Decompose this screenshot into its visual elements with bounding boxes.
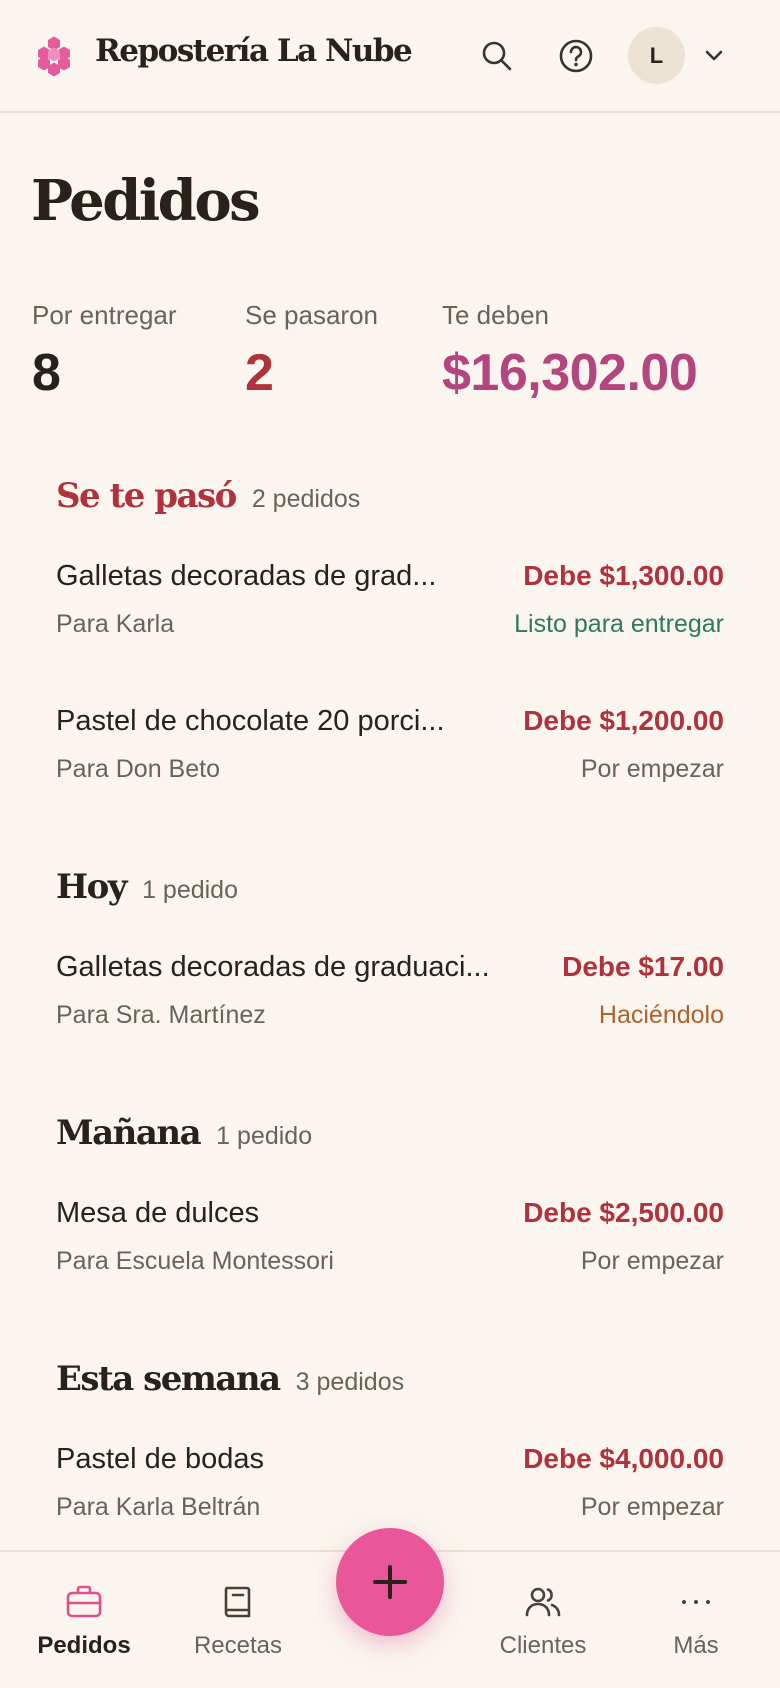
more-dots-icon <box>682 1600 710 1604</box>
order-status: Por empezar <box>580 1493 724 1521</box>
group-header-tomorrow: Mañana 1 pedido <box>56 1113 312 1153</box>
order-item[interactable]: Galletas decoradas de grad... Para Karla… <box>56 560 724 656</box>
order-name: Pastel de chocolate 20 porci... <box>56 705 445 737</box>
order-name: Galletas decoradas de grad... <box>56 560 437 592</box>
top-bar: Repostería La Nube L <box>0 0 780 113</box>
order-name: Mesa de dulces <box>56 1197 260 1229</box>
order-amount-due: Debe $17.00 <box>562 951 724 982</box>
stat-value: 8 <box>32 344 61 402</box>
order-amount-due: Debe $1,300.00 <box>523 560 724 591</box>
order-name: Pastel de bodas <box>56 1443 264 1475</box>
order-item[interactable]: Galletas decoradas de graduaci... Para S… <box>56 951 724 1047</box>
app-title: Repostería La Nube <box>95 33 413 69</box>
group-header-overdue: Se te pasó 2 pedidos <box>56 476 360 516</box>
users-icon <box>525 1587 561 1617</box>
plus-icon <box>373 1565 407 1599</box>
briefcase-icon <box>66 1585 102 1618</box>
page-title: Pedidos <box>31 168 261 234</box>
account-menu-button[interactable] <box>692 34 736 78</box>
group-count: 2 pedidos <box>251 485 361 513</box>
nav-item-pedidos[interactable]: Pedidos <box>6 1552 162 1688</box>
order-status: Listo para entregar <box>514 610 724 638</box>
new-order-button[interactable] <box>336 1528 444 1636</box>
book-icon <box>224 1586 251 1618</box>
order-item[interactable]: Pastel de chocolate 20 porci... Para Don… <box>56 705 724 801</box>
help-icon <box>559 39 593 73</box>
group-title: Hoy <box>56 867 128 907</box>
group-count: 1 pedido <box>142 876 238 904</box>
stat-label: Por entregar <box>32 300 177 330</box>
order-amount-due: Debe $1,200.00 <box>523 705 724 736</box>
search-icon <box>482 41 512 71</box>
stat-label: Se pasaron <box>245 300 378 330</box>
order-status: Haciéndolo <box>598 1001 724 1029</box>
chevron-down-icon <box>705 50 723 61</box>
order-client: Para Karla <box>56 610 175 638</box>
user-avatar[interactable]: L <box>628 27 685 84</box>
nav-item-recetas[interactable]: Recetas <box>160 1552 316 1688</box>
order-client: Para Escuela Montessori <box>56 1247 334 1275</box>
order-status: Por empezar <box>580 1247 724 1275</box>
group-title: Se te pasó <box>56 476 237 516</box>
order-amount-due: Debe $2,500.00 <box>523 1197 724 1228</box>
stat-owed[interactable]: Te deben $16,302.00 <box>442 300 698 403</box>
search-button[interactable] <box>475 34 519 78</box>
order-client: Para Don Beto <box>56 755 220 783</box>
stat-value: 2 <box>245 344 274 402</box>
avatar-initial: L <box>649 42 664 68</box>
logo-flower-icon <box>38 36 70 77</box>
group-count: 3 pedidos <box>295 1368 405 1396</box>
stat-to-deliver[interactable]: Por entregar 8 <box>32 300 177 403</box>
stat-label: Te deben <box>442 300 549 330</box>
order-status: Por empezar <box>580 755 724 783</box>
order-item[interactable]: Pastel de bodas Para Karla Beltrán Debe … <box>56 1443 724 1539</box>
order-client: Para Sra. Martínez <box>56 1001 266 1029</box>
order-amount-due: Debe $4,000.00 <box>523 1443 724 1474</box>
nav-label: Recetas <box>193 1632 283 1659</box>
nav-item-clientes[interactable]: Clientes <box>465 1552 621 1688</box>
order-name: Galletas decoradas de graduaci... <box>56 951 490 983</box>
group-count: 1 pedido <box>216 1122 313 1150</box>
group-header-today: Hoy 1 pedido <box>56 867 238 907</box>
nav-item-mas[interactable]: Más <box>618 1552 774 1688</box>
help-button[interactable] <box>554 34 598 78</box>
order-item[interactable]: Mesa de dulces Para Escuela Montessori D… <box>56 1197 724 1293</box>
stat-value: $16,302.00 <box>442 344 698 402</box>
nav-label: Más <box>673 1632 719 1659</box>
stat-overdue[interactable]: Se pasaron 2 <box>245 300 378 403</box>
group-title: Esta semana <box>56 1359 281 1399</box>
group-header-this-week: Esta semana 3 pedidos <box>56 1359 404 1399</box>
order-client: Para Karla Beltrán <box>56 1493 261 1521</box>
group-title: Mañana <box>56 1113 202 1153</box>
nav-label: Clientes <box>499 1632 587 1659</box>
nav-label: Pedidos <box>37 1632 131 1659</box>
